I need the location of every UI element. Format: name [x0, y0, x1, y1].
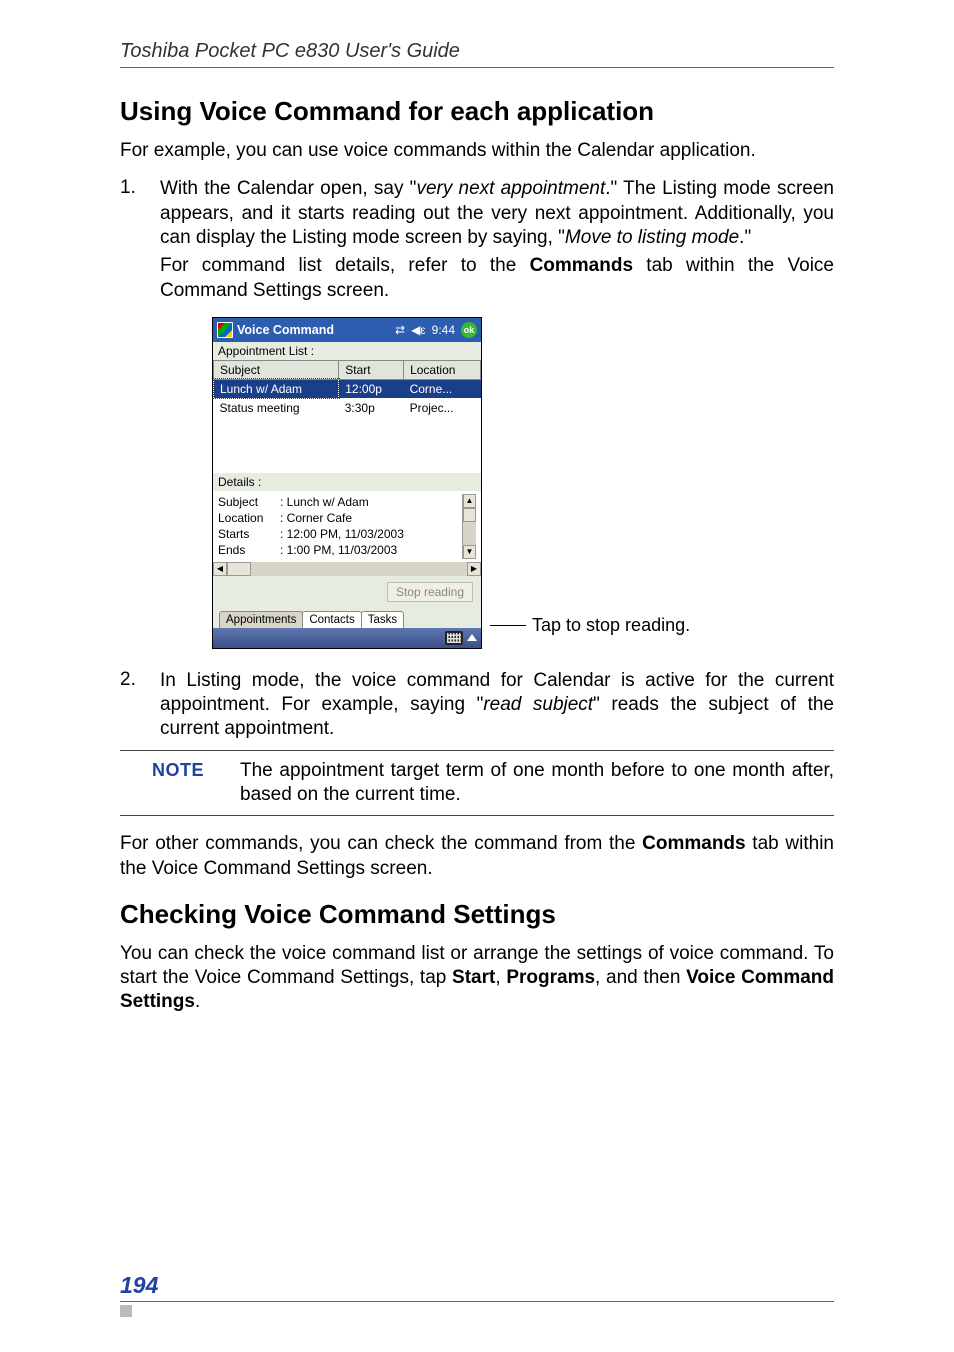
horizontal-scrollbar[interactable]: ◀ ▶	[213, 562, 481, 576]
text: For command list details, refer to the	[160, 255, 530, 276]
speaker-icon[interactable]: ◀ε	[411, 323, 426, 337]
tab-appointments[interactable]: Appointments	[219, 611, 303, 628]
step-1: 1. With the Calendar open, say "very nex…	[120, 177, 834, 303]
pda-window: Voice Command ⇄ ◀ε 9:44 ok Appointment L…	[212, 317, 482, 649]
scroll-up-button[interactable]: ▲	[463, 494, 476, 508]
sip-chevron-up-icon[interactable]	[467, 634, 477, 641]
cell-subject: Lunch w/ Adam	[214, 379, 339, 398]
col-start[interactable]: Start	[339, 360, 404, 379]
paragraph: You can check the voice command list or …	[120, 942, 834, 1015]
bold: Commands	[642, 833, 745, 854]
col-location[interactable]: Location	[404, 360, 481, 379]
header-rule	[120, 67, 834, 68]
screenshot-figure: Voice Command ⇄ ◀ε 9:44 ok Appointment L…	[212, 317, 834, 649]
step-2: 2. In Listing mode, the voice command fo…	[120, 669, 834, 742]
detail-value: : Lunch w/ Adam	[280, 495, 369, 509]
text: ."	[739, 227, 751, 248]
pda-title-bar: Voice Command ⇄ ◀ε 9:44 ok	[213, 318, 481, 342]
scroll-thumb[interactable]	[227, 562, 251, 576]
footer-square-icon	[120, 1305, 132, 1317]
title-status-area: ⇄ ◀ε 9:44 ok	[395, 322, 477, 338]
detail-key: Location	[218, 510, 280, 526]
detail-key: Starts	[218, 526, 280, 542]
cell-location: Corne...	[404, 379, 481, 398]
note-label: NOTE	[120, 759, 240, 808]
list-number: 1.	[120, 177, 160, 303]
list-number: 2.	[120, 669, 160, 742]
callout-line	[490, 625, 526, 626]
cell-location: Projec...	[404, 398, 481, 417]
vertical-scrollbar[interactable]: ▲ ▼	[462, 494, 476, 559]
cell-subject: Status meeting	[214, 398, 339, 417]
stop-reading-row: Stop reading	[213, 576, 481, 608]
scroll-track[interactable]	[463, 522, 476, 545]
bold: Start	[452, 967, 495, 988]
sip-bar	[213, 628, 481, 648]
start-flag-icon[interactable]	[217, 322, 233, 338]
details-panel: Subject: Lunch w/ Adam Location: Corner …	[213, 491, 481, 562]
tab-tasks[interactable]: Tasks	[361, 611, 404, 628]
footer: 194	[120, 1272, 834, 1322]
detail-key: Subject	[218, 494, 280, 510]
heading-using-voice-command: Using Voice Command for each application	[120, 96, 834, 127]
list-body: In Listing mode, the voice command for C…	[160, 669, 834, 742]
text: .	[195, 991, 200, 1012]
scroll-thumb[interactable]	[463, 508, 476, 522]
ok-button[interactable]: ok	[461, 322, 477, 338]
note-text: The appointment target term of one month…	[240, 759, 834, 808]
text: ,	[495, 967, 506, 988]
footer-rule	[120, 1301, 834, 1302]
scroll-down-button[interactable]: ▼	[463, 545, 476, 559]
running-header: Toshiba Pocket PC e830 User's Guide	[120, 40, 834, 63]
emphasis: Move to listing mode	[565, 227, 739, 248]
scroll-left-button[interactable]: ◀	[213, 562, 227, 576]
tabs-row: AppointmentsContactsTasks	[213, 608, 481, 628]
scroll-track[interactable]	[251, 562, 467, 576]
callout-text: Tap to stop reading.	[532, 615, 690, 636]
table-row[interactable]: Lunch w/ Adam 12:00p Corne...	[214, 379, 481, 398]
detail-value: : 1:00 PM, 11/03/2003	[280, 543, 397, 557]
table-empty-area	[213, 417, 481, 473]
emphasis: read subject	[483, 694, 593, 715]
detail-value: : Corner Cafe	[280, 511, 352, 525]
page-number: 194	[120, 1272, 834, 1299]
paragraph: For other commands, you can check the co…	[120, 832, 834, 881]
list-body: With the Calendar open, say "very next a…	[160, 177, 834, 303]
clock-text: 9:44	[432, 323, 455, 337]
table-row[interactable]: Status meeting 3:30p Projec...	[214, 398, 481, 417]
detail-value: : 12:00 PM, 11/03/2003	[280, 527, 404, 541]
text: , and then	[595, 967, 686, 988]
text: For other commands, you can check the co…	[120, 833, 642, 854]
bold: Programs	[506, 967, 595, 988]
bold: Commands	[530, 255, 633, 276]
scroll-right-button[interactable]: ▶	[467, 562, 481, 576]
tab-contacts[interactable]: Contacts	[302, 611, 361, 628]
callout: Tap to stop reading.	[490, 615, 690, 636]
details-label: Details :	[213, 473, 481, 491]
connectivity-icon[interactable]: ⇄	[395, 323, 405, 337]
intro-paragraph: For example, you can use voice commands …	[120, 139, 834, 163]
appointment-list-label: Appointment List :	[213, 342, 481, 360]
appointments-table: Subject Start Location Lunch w/ Adam 12:…	[213, 360, 481, 417]
col-subject[interactable]: Subject	[214, 360, 339, 379]
window-title: Voice Command	[237, 323, 395, 337]
keyboard-icon[interactable]	[445, 631, 463, 645]
emphasis: very next appointment	[416, 178, 605, 199]
cell-start: 3:30p	[339, 398, 404, 417]
stop-reading-button[interactable]: Stop reading	[387, 582, 473, 602]
cell-start: 12:00p	[339, 379, 404, 398]
text: With the Calendar open, say "	[160, 178, 416, 199]
details-text: Subject: Lunch w/ Adam Location: Corner …	[218, 494, 462, 559]
table-header-row: Subject Start Location	[214, 360, 481, 379]
heading-checking-settings: Checking Voice Command Settings	[120, 899, 834, 930]
detail-key: Ends	[218, 542, 280, 558]
note-block: NOTE The appointment target term of one …	[120, 750, 834, 817]
